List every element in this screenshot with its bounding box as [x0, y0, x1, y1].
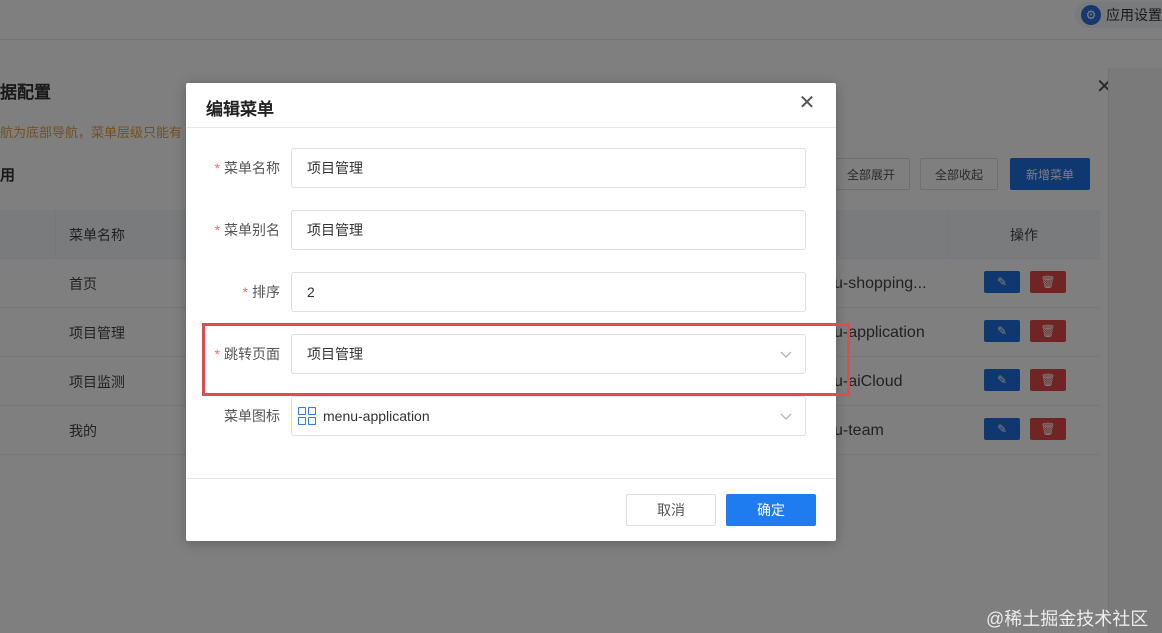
form-row-menu-name: * 菜单名称 项目管理: [186, 148, 836, 188]
menu-alias-label-text: 菜单别名: [224, 222, 280, 238]
cancel-button[interactable]: 取消: [626, 494, 716, 526]
form-row-menu-icon: 菜单图标 menu-application: [186, 396, 836, 436]
dialog-footer: 取消 确定: [186, 478, 836, 541]
menu-name-label-text: 菜单名称: [224, 160, 280, 176]
highlight-annotation: [202, 323, 850, 396]
menu-name-input[interactable]: 项目管理: [291, 148, 806, 188]
menu-alias-input[interactable]: 项目管理: [291, 210, 806, 250]
grid-icon: [298, 407, 316, 425]
menu-icon-select[interactable]: menu-application: [291, 396, 806, 436]
confirm-button[interactable]: 确定: [726, 494, 816, 526]
sort-value: 2: [307, 284, 315, 300]
sort-label-text: 排序: [252, 284, 280, 300]
menu-name-label: * 菜单名称: [215, 148, 280, 188]
dialog-header: 编辑菜单 ✕: [186, 83, 836, 128]
close-icon[interactable]: ✕: [797, 93, 817, 113]
dialog-title: 编辑菜单: [206, 100, 274, 119]
watermark: @稀土掘金技术社区: [986, 609, 1149, 629]
required-mark: *: [214, 160, 220, 176]
required-mark: *: [214, 222, 220, 238]
sort-label: * 排序: [243, 272, 280, 312]
required-mark: *: [242, 284, 248, 300]
form-row-sort: * 排序 2: [186, 272, 836, 312]
chevron-down-icon: [780, 413, 792, 420]
form-row-menu-alias: * 菜单别名 项目管理: [186, 210, 836, 250]
menu-icon-label: 菜单图标: [224, 408, 280, 424]
sort-input[interactable]: 2: [291, 272, 806, 312]
menu-name-value: 项目管理: [307, 160, 363, 176]
edit-menu-dialog: 编辑菜单 ✕ * 菜单名称 项目管理 * 菜单别名 项目管理 * 排序 2 * 跳转页面…: [186, 83, 836, 541]
menu-icon-value: menu-application: [323, 408, 430, 424]
menu-alias-label: * 菜单别名: [215, 210, 280, 250]
menu-alias-value: 项目管理: [307, 222, 363, 238]
